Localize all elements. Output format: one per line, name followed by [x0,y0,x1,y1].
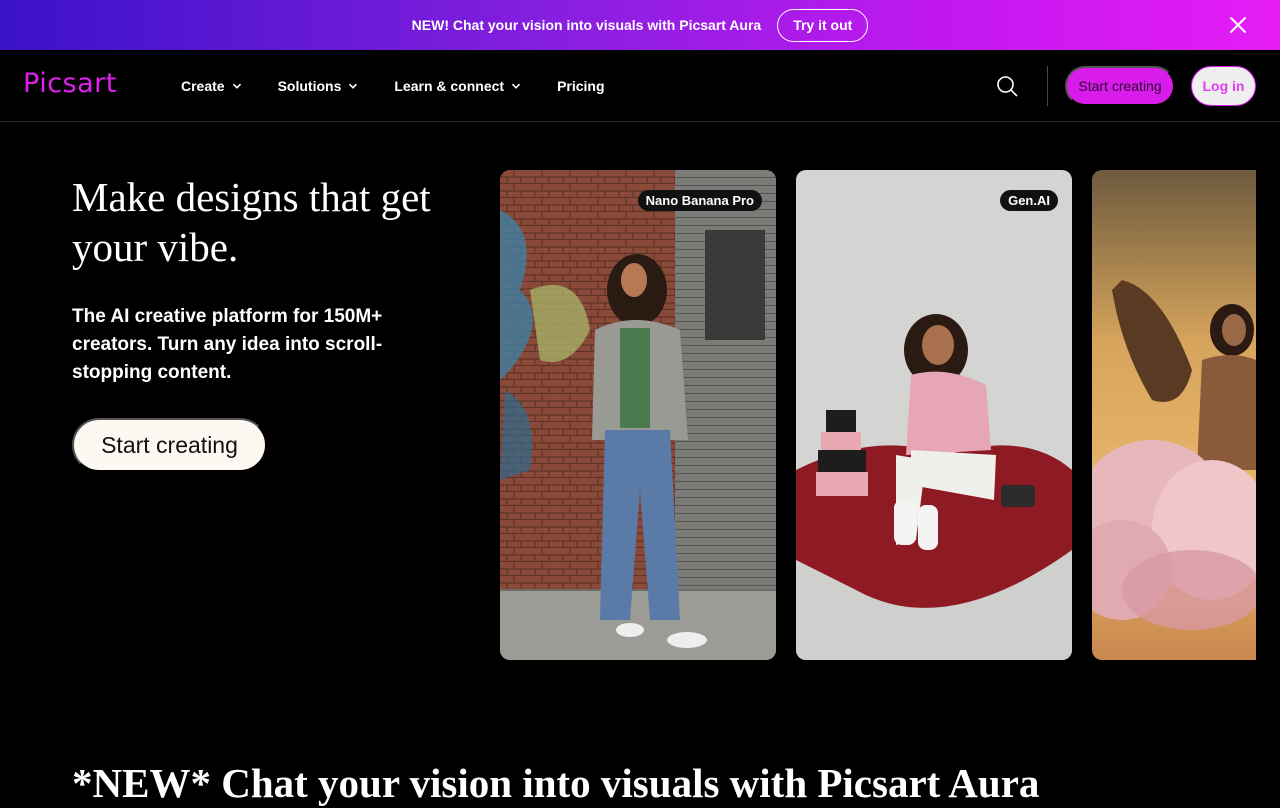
picsart-logo[interactable]: Picsart [23,68,117,99]
start-creating-hero-button[interactable]: Start creating [72,418,267,472]
nav-solutions[interactable]: Solutions [278,78,359,94]
nav-pricing[interactable]: Pricing [557,78,604,94]
nav-label: Pricing [557,78,605,94]
hero-subtitle: The AI creative platform for 150M+ creat… [72,306,383,383]
chevron-down-icon [511,81,521,91]
showcase-card[interactable]: Gen.AI [796,170,1072,660]
hero-title: Make designs that get your vibe. [72,174,431,270]
promo-banner: NEW! Chat your vision into visuals with … [0,0,1280,50]
card-badge: Gen.AI [1000,190,1058,211]
site-header: Picsart Create Solutions Learn & connect… [0,50,1280,122]
studio-portrait-image [796,170,1072,660]
search-icon[interactable] [996,75,1018,97]
nav-label: Create [181,78,225,94]
login-button[interactable]: Log in [1191,66,1256,106]
nav-label: Solutions [277,78,342,94]
nav-label: Learn & connect [394,78,505,94]
main-nav: Create Solutions Learn & connect Pricing [181,50,641,122]
showcase-card[interactable] [1092,170,1256,660]
card-badge: Nano Banana Pro [637,190,762,211]
chevron-down-icon [232,81,242,91]
section-title: *NEW* Chat your vision into visuals with… [72,760,1040,806]
try-it-out-button[interactable]: Try it out [777,8,869,42]
angel-cloud-image [1092,170,1256,660]
promo-text: NEW! Chat your vision into visuals with … [411,17,762,33]
nav-create[interactable]: Create [181,78,242,94]
chevron-down-icon [348,81,358,91]
start-creating-header-button[interactable]: Start creating [1065,66,1175,106]
close-icon[interactable] [1228,15,1248,35]
street-portrait-image [500,170,776,660]
nav-learn-connect[interactable]: Learn & connect [394,78,521,94]
header-divider [1047,66,1048,106]
showcase-card[interactable]: Nano Banana Pro [500,170,776,660]
